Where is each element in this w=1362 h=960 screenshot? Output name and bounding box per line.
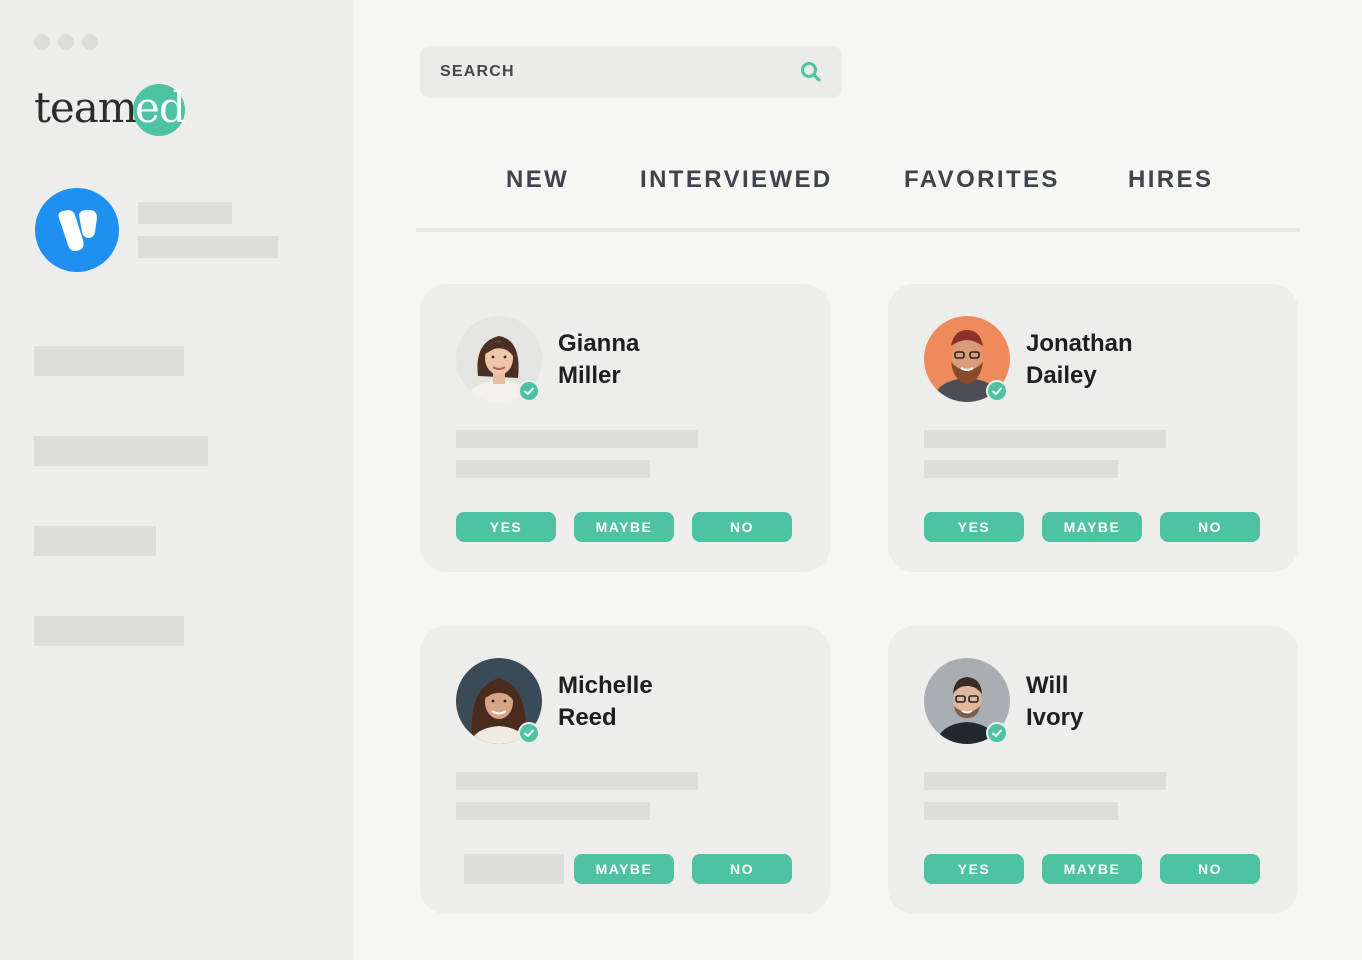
sidebar: team ed [0,0,354,960]
no-button[interactable]: NO [1160,854,1260,884]
window-minimize-dot[interactable] [58,34,74,50]
search-input[interactable]: SEARCH [420,46,842,98]
candidate-info-placeholder [456,772,698,790]
candidate-info-placeholder [456,802,650,820]
candidate-first-name: Will [1026,672,1069,699]
tab-interviewed[interactable]: INTERVIEWED [640,166,833,194]
candidate-tabs: NEW INTERVIEWED FAVORITES HIRES [416,166,1300,202]
candidate-info-placeholder [924,460,1118,478]
tab-favorites[interactable]: FAVORITES [904,166,1060,194]
candidate-info-placeholder [924,802,1118,820]
search-label: SEARCH [440,63,515,80]
no-button[interactable]: NO [692,512,792,542]
candidate-name: Michelle Reed [558,670,653,734]
verified-check-icon [986,722,1008,744]
candidate-info-placeholder [924,430,1166,448]
candidate-first-name: Michelle [558,672,653,699]
no-button[interactable]: NO [692,854,792,884]
candidate-card[interactable]: Michelle Reed MAYBE NO [420,626,830,914]
window-maximize-dot[interactable] [82,34,98,50]
tabs-divider [416,228,1300,232]
main-content: SEARCH NEW INTERVIEWED FAVORITES HIRES G… [354,0,1362,960]
maybe-button[interactable]: MAYBE [1042,854,1142,884]
maybe-button[interactable]: MAYBE [574,854,674,884]
logo-text-team: team [34,83,138,132]
maybe-button[interactable]: MAYBE [1042,512,1142,542]
candidate-info-placeholder [456,430,698,448]
candidate-last-name: Miller [558,362,621,389]
candidate-last-name: Ivory [1026,704,1084,731]
yes-button[interactable]: YES [456,512,556,542]
window-controls [34,34,98,50]
sidebar-nav-item-placeholder[interactable] [34,436,208,466]
yes-button[interactable]: YES [924,854,1024,884]
logo-text-ed: ed [135,83,186,132]
tab-hires[interactable]: HIRES [1128,166,1213,194]
org-name-placeholder [138,202,232,224]
candidate-card[interactable]: Will Ivory YES MAYBE NO [888,626,1298,914]
search-icon[interactable] [800,61,822,83]
tab-new[interactable]: NEW [506,166,569,194]
yes-button[interactable]: YES [924,512,1024,542]
teamed-logo[interactable]: team ed [34,82,194,138]
verified-check-icon [518,722,540,744]
action-button-placeholder [464,854,564,884]
sidebar-nav-item-placeholder[interactable] [34,526,156,556]
candidate-info-placeholder [456,460,650,478]
candidate-name: Jonathan Dailey [1026,328,1133,392]
org-detail-placeholder [138,236,278,258]
candidate-first-name: Jonathan [1026,330,1133,357]
candidate-name: Will Ivory [1026,670,1083,734]
no-button[interactable]: NO [1160,512,1260,542]
sidebar-nav-item-placeholder[interactable] [34,346,184,376]
verified-check-icon [986,380,1008,402]
candidate-info-placeholder [924,772,1166,790]
candidate-last-name: Dailey [1026,362,1097,389]
candidate-first-name: Gianna [558,330,640,357]
maybe-button[interactable]: MAYBE [574,512,674,542]
sidebar-nav-item-placeholder[interactable] [34,616,184,646]
window-close-dot[interactable] [34,34,50,50]
candidate-card[interactable]: Jonathan Dailey YES MAYBE NO [888,284,1298,572]
candidate-last-name: Reed [558,704,617,731]
verified-check-icon [518,380,540,402]
organization-avatar[interactable] [35,188,119,272]
candidate-card[interactable]: Gianna Miller YES MAYBE NO [420,284,830,572]
v-logo-icon [58,210,97,252]
candidate-name: Gianna Miller [558,328,639,392]
